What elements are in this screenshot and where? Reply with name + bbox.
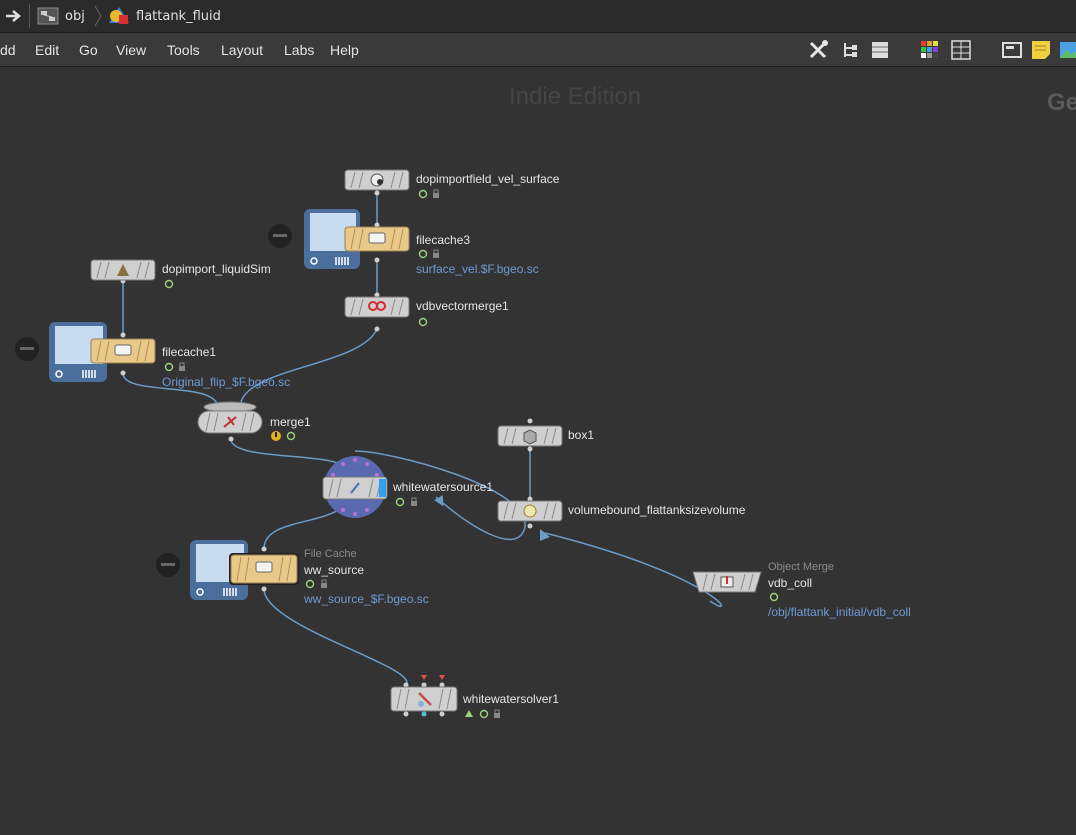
image-icon[interactable] (1059, 40, 1076, 60)
network-editor-canvas[interactable]: Indie Edition Ge dopimportfield_vel_surf… (0, 67, 1076, 835)
node-volumebound (497, 500, 563, 522)
menu-go[interactable]: Go (79, 42, 98, 58)
node-path-vdb-coll: /obj/flattank_initial/vdb_coll (768, 605, 911, 619)
node-filecache1 (90, 338, 156, 364)
node-whitewatersolver (390, 686, 458, 712)
node-label-dopimportfield[interactable]: dopimportfield_vel_surface (416, 172, 559, 186)
node-label-whitewatersource[interactable]: whitewatersource1 (393, 480, 493, 494)
node-type-ww-source: File Cache (304, 548, 357, 560)
node-label-ww-source[interactable]: ww_source (304, 563, 364, 577)
node-label-filecache3[interactable]: filecache3 (416, 233, 470, 247)
node-label-filecache1[interactable]: filecache1 (162, 345, 216, 359)
back-arrow-icon[interactable] (4, 6, 24, 26)
node-box1 (497, 425, 563, 447)
wire-merge1-whitewatersource (230, 438, 346, 470)
node-type-vdb-coll: Object Merge (768, 561, 835, 573)
wire-vdbvectormerge-merge1 (239, 328, 378, 408)
node-label-vdbvectormerge[interactable]: vdbvectormerge1 (416, 299, 509, 313)
menu-add[interactable]: dd (0, 42, 16, 58)
menu-edit[interactable]: Edit (35, 42, 59, 58)
node-label-whitewatersolver[interactable]: whitewatersolver1 (463, 692, 559, 706)
menu-labs[interactable]: Labs (284, 42, 314, 58)
breadcrumb-obj[interactable]: obj (37, 4, 85, 28)
node-filecache3 (344, 226, 410, 252)
list-view-icon[interactable] (870, 40, 890, 60)
node-label-merge1[interactable]: merge1 (270, 415, 311, 429)
menu-view[interactable]: View (116, 42, 146, 58)
node-whitewatersource (322, 456, 388, 518)
menu-tools[interactable]: Tools (167, 42, 200, 58)
network-box-icon[interactable] (1002, 40, 1022, 60)
sticky-note-icon[interactable] (1031, 40, 1051, 60)
menu-bar: dd Edit Go View Tools Layout Labs Help (0, 33, 1076, 67)
breadcrumb-separator-icon (93, 4, 103, 28)
node-vdb-coll (692, 571, 762, 593)
node-ww-source (229, 553, 299, 585)
wire-vdb-coll-volumebound (544, 532, 723, 608)
breadcrumb-obj-label: obj (65, 8, 85, 24)
path-bar: obj flattank_fluid (0, 0, 1076, 33)
node-label-dopimport-liquidsim[interactable]: dopimport_liquidSim (162, 262, 271, 276)
tools-icon[interactable] (808, 40, 828, 60)
color-palette-icon[interactable] (920, 40, 940, 60)
network-icon (37, 6, 59, 26)
tree-view-icon[interactable] (841, 40, 861, 60)
geometry-object-icon (108, 6, 130, 26)
breadcrumb-flattank-fluid-label: flattank_fluid (136, 8, 221, 24)
node-merge1 (197, 401, 263, 434)
node-path-filecache3: surface_vel.$F.bgeo.sc (416, 262, 539, 276)
node-path-filecache1: Original_flip_$F.bgeo.sc (162, 375, 291, 389)
grid-view-icon[interactable] (951, 40, 971, 60)
node-label-box1[interactable]: box1 (568, 428, 594, 442)
node-vdbvectormerge (344, 296, 410, 318)
node-dopimport-liquidsim (90, 259, 156, 281)
menu-layout[interactable]: Layout (221, 42, 263, 58)
node-label-volumebound[interactable]: volumebound_flattanksizevolume (568, 503, 745, 517)
menu-help[interactable]: Help (330, 42, 359, 58)
breadcrumb-flattank-fluid[interactable]: flattank_fluid (108, 4, 221, 28)
node-label-vdb-coll[interactable]: vdb_coll (768, 576, 812, 590)
node-dopimportfield (344, 169, 410, 191)
node-path-ww-source: ww_source_$F.bgeo.sc (304, 592, 429, 606)
